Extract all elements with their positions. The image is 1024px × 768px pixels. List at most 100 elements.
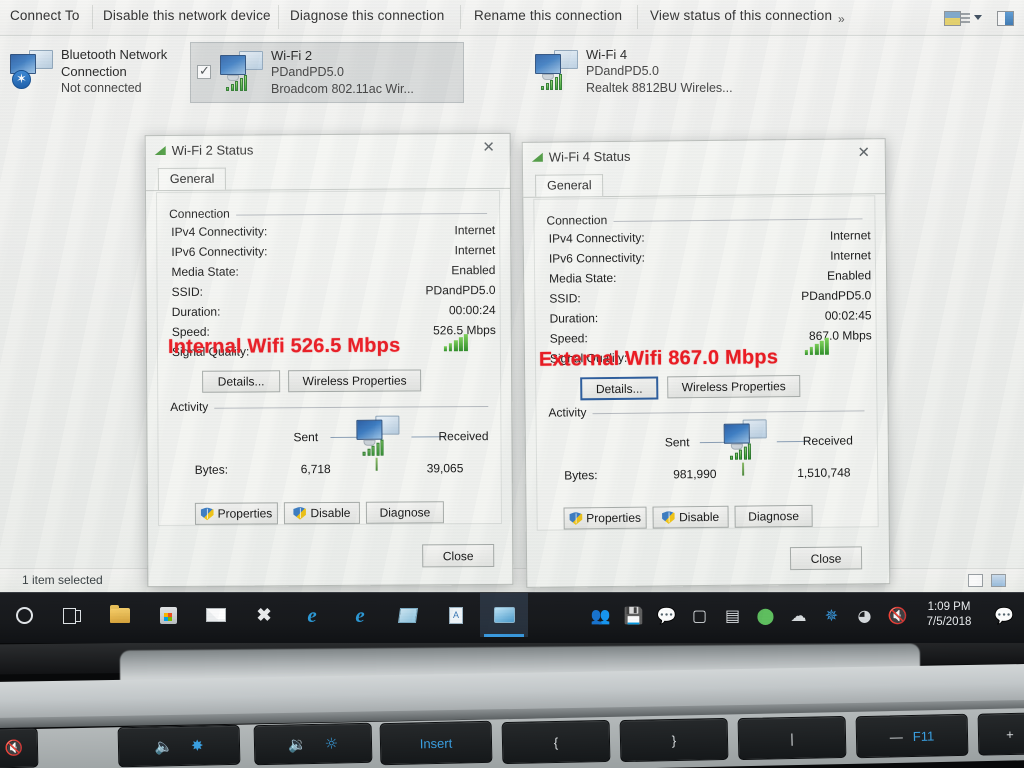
taskbar-item-internet-explorer-1[interactable]: e	[288, 593, 336, 637]
row-value: PDandPD5.0	[801, 288, 872, 303]
command-diagnose[interactable]: Diagnose this connection	[290, 8, 444, 23]
key-mute[interactable]: 🔇	[0, 727, 39, 768]
details-button[interactable]: Details...	[202, 370, 281, 393]
command-connect-to[interactable]: Connect To	[10, 8, 80, 23]
key-pipe[interactable]: |	[737, 715, 847, 761]
tab-general[interactable]: General	[157, 167, 227, 191]
network-adapter-icon: ✶	[8, 46, 54, 90]
close-button[interactable]: Close	[422, 543, 495, 568]
key-right-brace[interactable]: }	[619, 717, 729, 763]
bytes-sent-value: 981,990	[673, 466, 717, 482]
close-icon[interactable]: ✕	[478, 138, 500, 158]
details-view-button[interactable]	[968, 574, 983, 587]
adapter-wifi-2[interactable]: Wi-Fi 2 PDandPD5.0 Broadcom 802.11ac Wir…	[190, 42, 464, 103]
tray-bluetooth-button[interactable]: ✵	[815, 593, 848, 637]
tray-wifi-button[interactable]: ◕	[848, 593, 881, 637]
tray-chat-button[interactable]: 💬	[650, 593, 683, 637]
bytes-label: Bytes:	[564, 468, 598, 483]
tray-usb-button[interactable]: ▤	[716, 593, 749, 637]
adapter-wifi-4[interactable]: Wi-Fi 4 PDandPD5.0 Realtek 8812BU Wirele…	[527, 42, 792, 101]
tray-hardware-button[interactable]: ▢	[683, 593, 716, 637]
tray-volume-button[interactable]: 🔇	[881, 593, 914, 637]
command-rename[interactable]: Rename this connection	[474, 8, 622, 23]
wireless-properties-button[interactable]: Wireless Properties	[667, 375, 801, 399]
change-view-icon	[944, 11, 970, 26]
key-volume-down[interactable]: 🔈 ✸	[117, 724, 241, 768]
activity-group-label: Activity	[548, 405, 593, 420]
properties-button[interactable]: Properties	[563, 506, 647, 530]
internet-explorer-icon: e	[355, 602, 365, 627]
taskbar-item-file-explorer[interactable]	[96, 593, 144, 637]
shield-icon	[293, 507, 306, 520]
activity-divider	[742, 462, 745, 476]
laptop-hardware: 🔇 🔈 ✸ 🔉 ☼ Insert { } | — F11 +	[0, 643, 1024, 768]
details-button[interactable]: Details...	[580, 376, 659, 401]
group-rule	[170, 406, 489, 409]
preview-pane-button[interactable]	[997, 11, 1014, 26]
close-icon[interactable]: ✕	[853, 143, 875, 163]
change-view-button[interactable]	[944, 11, 970, 26]
command-view-status[interactable]: View status of this connection	[650, 8, 832, 23]
status-view-buttons[interactable]	[968, 574, 1006, 587]
taskbar-item-network-connections[interactable]	[480, 593, 528, 637]
xodo-icon: ✖	[256, 604, 272, 625]
taskbar-item-internet-explorer-2[interactable]: e	[336, 593, 384, 637]
taskbar-item-cortana[interactable]	[0, 593, 48, 637]
disable-button[interactable]: Disable	[652, 505, 729, 529]
tray-security-button[interactable]: ⬤	[749, 593, 782, 637]
tray-save-button[interactable]: 💾	[617, 593, 650, 637]
row-value: 00:02:45	[824, 308, 872, 323]
key-left-brace[interactable]: {	[501, 719, 611, 765]
windows-taskbar: ✖ e e 👥 💾	[0, 592, 1024, 643]
key-f11[interactable]: — F11	[855, 713, 969, 759]
activity-monitor-icon	[722, 415, 768, 460]
taskbar-item-xodo[interactable]: ✖	[240, 593, 288, 637]
command-disable-device[interactable]: Disable this network device	[103, 8, 271, 23]
dialog-title-bar[interactable]: Wi-Fi 4 Status ✕	[523, 139, 885, 173]
bytes-received-value: 39,065	[426, 461, 464, 476]
diagnose-button[interactable]: Diagnose	[734, 504, 813, 528]
tray-onedrive-button[interactable]: ☁	[782, 593, 815, 637]
adapter-bluetooth-network-connection[interactable]: ✶ Bluetooth Network Connection Not conne…	[2, 42, 177, 101]
adapter-name: Wi-Fi 2	[271, 48, 313, 63]
wireless-properties-button[interactable]: Wireless Properties	[288, 369, 422, 393]
wifi-icon: ◕	[857, 605, 872, 625]
adapter-driver: Realtek 8812BU Wireles...	[586, 81, 733, 95]
large-icons-view-button[interactable]	[991, 574, 1006, 587]
taskbar-item-task-view[interactable]	[48, 593, 96, 637]
adapter-name: Bluetooth Network	[61, 47, 168, 62]
command-separator	[92, 5, 93, 29]
key-volume-up[interactable]: 🔉 ☼	[253, 722, 373, 766]
change-view-dropdown[interactable]	[974, 15, 982, 20]
adapter-checkbox[interactable]	[197, 63, 211, 79]
dialog-title-bar[interactable]: Wi-Fi 2 Status ✕	[146, 134, 510, 166]
disable-button[interactable]: Disable	[283, 501, 361, 525]
taskbar-item-word-document[interactable]	[432, 593, 480, 637]
taskbar-clock[interactable]: 1:09 PM 7/5/2018	[914, 593, 984, 637]
tray-people-button[interactable]: 👥	[584, 593, 617, 637]
properties-button[interactable]: Properties	[194, 502, 279, 525]
key-insert[interactable]: Insert	[379, 720, 493, 766]
command-overflow-chevron[interactable]: »	[838, 12, 845, 26]
tab-general[interactable]: General	[535, 174, 604, 197]
key-plus[interactable]: +	[977, 712, 1024, 756]
screenshot-root: Connect To Disable this network device D…	[0, 0, 1024, 768]
command-separator	[278, 5, 279, 29]
shield-icon	[662, 511, 675, 524]
connection-group-label: Connection	[169, 206, 236, 221]
taskbar-item-microsoft-store[interactable]	[144, 593, 192, 637]
taskbar-item-sticky-notes[interactable]	[384, 593, 432, 637]
adapter-name: Wi-Fi 4	[586, 47, 628, 62]
row-key: Speed:	[549, 331, 588, 346]
bytes-received-value: 1,510,748	[797, 465, 851, 481]
annotation-internal-wifi: Internal Wifi 526.5 Mbps	[167, 334, 401, 358]
diagnose-button[interactable]: Diagnose	[365, 501, 444, 524]
shield-green-icon: ⬤	[756, 605, 775, 625]
chat-icon: 💬	[656, 605, 677, 625]
taskbar-item-mail[interactable]	[192, 593, 240, 637]
shield-icon	[569, 512, 582, 525]
close-button[interactable]: Close	[789, 546, 863, 571]
sent-label: Sent	[664, 435, 690, 450]
action-center-button[interactable]: 💬	[984, 593, 1024, 637]
key-label: |	[790, 730, 794, 746]
